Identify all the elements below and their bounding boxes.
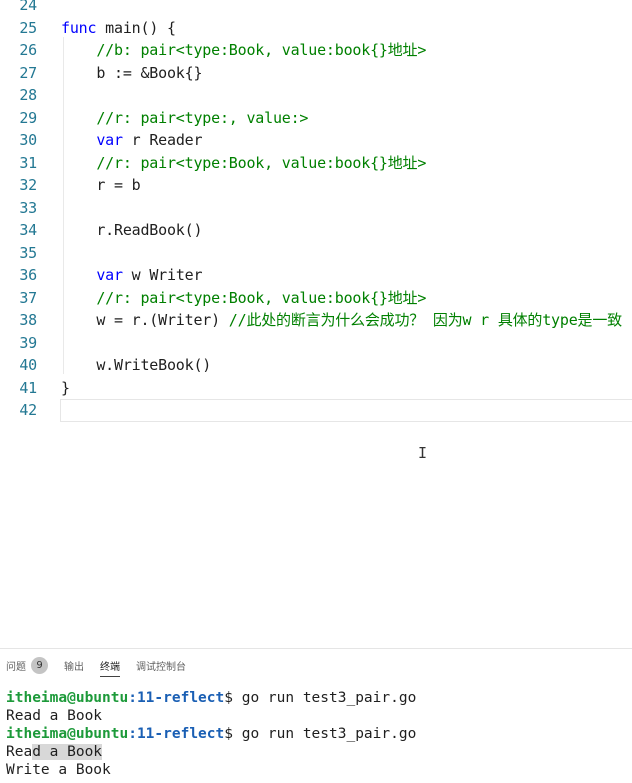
panel-tab[interactable]: 问题 9: [6, 649, 48, 681]
prompt-command: $ go run test3_pair.go: [224, 726, 417, 742]
code-text: main() {: [96, 18, 176, 37]
mouse-ibeam-cursor-icon: I: [418, 444, 428, 462]
code-editor[interactable]: 24 25 func main() { 26 //b: pair<type:Book,…: [0, 0, 632, 600]
code-line[interactable]: 26 //b: pair<type:Book, value:book{}地址>: [0, 39, 632, 62]
terminal-prompt-line: itheima@ubuntu:11-reflect$ go run test3_…: [6, 725, 632, 743]
line-number: 32: [19, 176, 37, 194]
line-number: 24: [19, 0, 37, 14]
line-number: 29: [19, 108, 37, 127]
prompt-path: :11-reflect: [128, 690, 225, 706]
prompt-user: itheima@ubuntu: [6, 690, 129, 706]
line-number: 27: [19, 63, 37, 82]
code-keyword: var: [96, 266, 123, 284]
line-number: 42: [19, 401, 37, 419]
panel-tab-label: 调试控制台: [136, 661, 186, 673]
line-number: 31: [19, 153, 37, 172]
terminal-prompt-line: itheima@ubuntu:11-reflect$ go run test3_…: [6, 689, 632, 707]
line-number: 35: [19, 243, 37, 262]
prompt-user: itheima@ubuntu: [6, 726, 129, 742]
code-comment: //r: pair<type:Book, value:book{}地址>: [61, 153, 427, 172]
output-text: Read a Book: [6, 708, 103, 724]
code-line[interactable]: 38 w = r.(Writer) //此处的断言为什么会成功？ 因为w r 具…: [0, 309, 632, 332]
code-comment: //r: pair<type:, value:>: [61, 108, 309, 127]
line-number: 41: [19, 378, 37, 397]
code-line[interactable]: 31 //r: pair<type:Book, value:book{}地址>: [0, 152, 632, 175]
terminal-output-line: Read a Book: [6, 707, 632, 725]
code-line[interactable]: 30 var r Reader: [0, 129, 632, 152]
code-line[interactable]: 40 w.WriteBook(): [0, 354, 632, 377]
panel-tab[interactable]: 调试控制台: [136, 649, 186, 681]
line-number: 25: [19, 18, 37, 37]
panel-tab-label: 终端: [100, 661, 120, 673]
panel-tab-label: 问题: [6, 661, 26, 673]
line-number: 33: [19, 198, 37, 217]
panel-tab[interactable]: 输出: [64, 649, 84, 681]
line-number: 26: [19, 41, 37, 59]
line-number: 36: [19, 266, 37, 284]
code-line[interactable]: 33: [0, 197, 632, 220]
code-text: w Writer: [122, 266, 203, 284]
code-line[interactable]: 25 func main() {: [0, 17, 632, 40]
code-line[interactable]: 34 r.ReadBook(): [0, 219, 632, 242]
code-line[interactable]: 29 //r: pair<type:, value:>: [0, 107, 632, 130]
selected-text: d a Book: [32, 744, 103, 760]
code-text: w.WriteBook(): [61, 356, 212, 374]
panel-tabs: 问题 9 输出 终端 调试控制台: [0, 649, 632, 681]
code-keyword: func: [61, 18, 97, 37]
terminal-output-line: Write a Book: [6, 761, 632, 779]
code-line[interactable]: 35: [0, 242, 632, 265]
terminal-output-line: Read a Book: [6, 743, 632, 761]
line-number: 38: [19, 311, 37, 329]
code-comment: //b: pair<type:Book, value:book{}地址>: [61, 41, 427, 59]
code-line[interactable]: 24: [0, 0, 632, 17]
code-comment: //r: pair<type:Book, value:book{}地址>: [61, 288, 427, 307]
code-comment: //此处的断言为什么会成功？ 因为w r 具体的type是一致: [228, 311, 622, 329]
code-line[interactable]: 36 var w Writer: [0, 264, 632, 287]
code-line[interactable]: 41}: [0, 377, 632, 400]
panel-tab-label: 输出: [64, 661, 84, 673]
panel-tab[interactable]: 终端: [100, 649, 120, 681]
code-line[interactable]: 32 r = b: [0, 174, 632, 197]
code-text: w = r.(Writer): [61, 311, 229, 329]
output-text: Write a Book: [6, 762, 111, 778]
output-text: Rea: [6, 744, 33, 760]
code-line[interactable]: 28: [0, 84, 632, 107]
code-line[interactable]: 37 //r: pair<type:Book, value:book{}地址>: [0, 287, 632, 310]
line-number: 34: [19, 221, 37, 239]
line-number: 30: [19, 131, 37, 149]
line-number: 28: [19, 86, 37, 104]
line-number: 39: [19, 333, 37, 352]
problems-count-badge: 9: [31, 656, 48, 674]
code-text: r.ReadBook(): [61, 221, 203, 239]
line-number: 37: [19, 288, 37, 307]
code-text: b := &Book{}: [61, 63, 203, 82]
code-text: }: [61, 378, 70, 397]
code-line[interactable]: 42: [0, 399, 632, 422]
prompt-path: :11-reflect: [128, 726, 225, 742]
code-line[interactable]: 27 b := &Book{}: [0, 62, 632, 85]
code-keyword: var: [96, 131, 123, 149]
terminal[interactable]: itheima@ubuntu:11-reflect$ go run test3_…: [6, 689, 632, 783]
code-text: r = b: [61, 176, 141, 194]
prompt-command: $ go run test3_pair.go: [224, 690, 417, 706]
code-text: r Reader: [122, 131, 203, 149]
line-number: 40: [19, 356, 37, 374]
code-line[interactable]: 39: [0, 332, 632, 355]
bottom-panel: 问题 9 输出 终端 调试控制台 itheima@ubuntu:11-reflect$ …: [0, 648, 632, 783]
